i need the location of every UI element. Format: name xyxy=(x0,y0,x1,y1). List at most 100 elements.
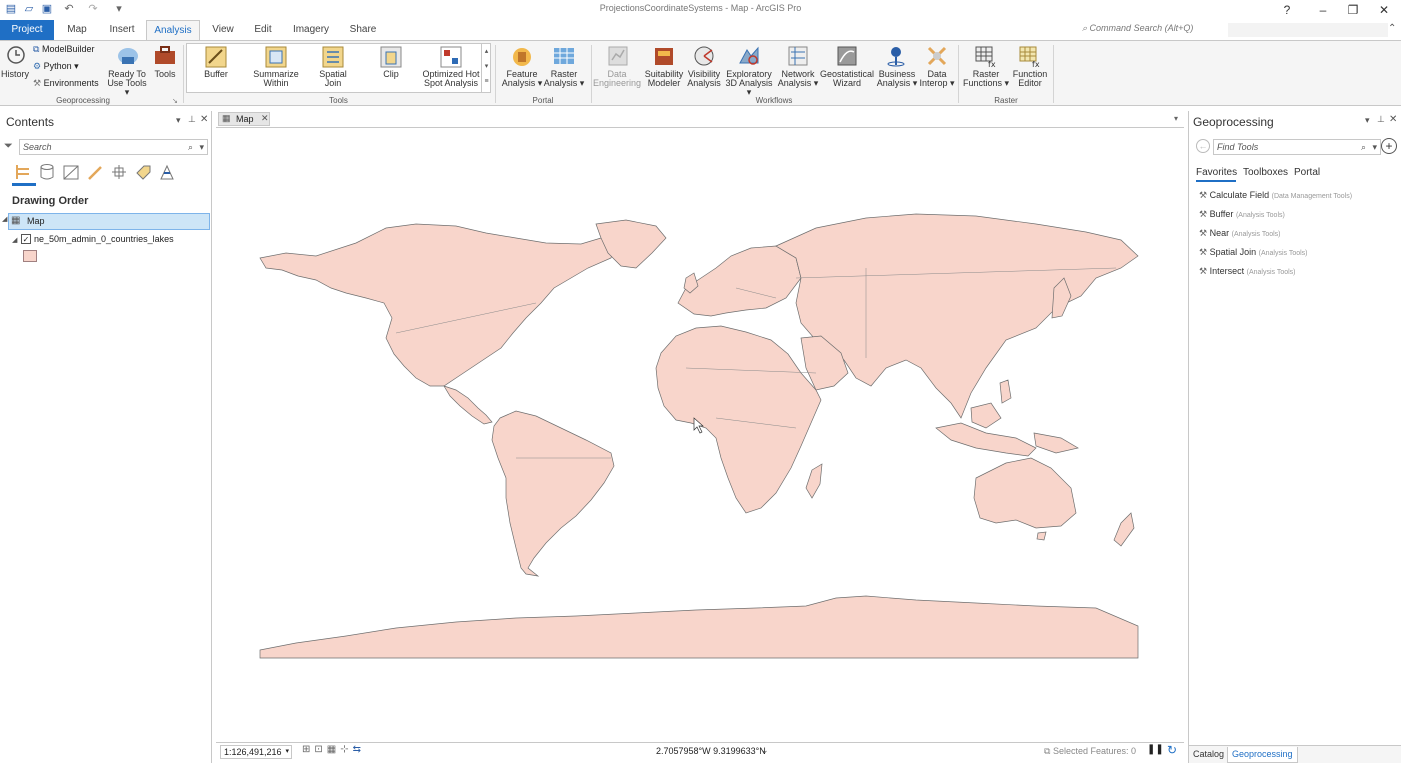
optimized-hot-spot-tool[interactable]: Optimized HotSpot Analysis xyxy=(421,44,481,92)
favorite-tool[interactable]: ⚒ Intersect (Analysis Tools) xyxy=(1199,266,1296,277)
layer-visibility-checkbox[interactable]: ✓ xyxy=(21,234,31,244)
history-button[interactable]: History xyxy=(0,70,30,79)
favorite-tool[interactable]: ⚒ Near (Analysis Tools) xyxy=(1199,228,1281,239)
layer-name[interactable]: ne_50m_admin_0_countries_lakes xyxy=(34,234,174,244)
list-by-labeling-icon[interactable] xyxy=(134,163,152,181)
tab-imagery[interactable]: Imagery xyxy=(286,20,336,40)
function-editor-icon: fx xyxy=(1018,44,1042,68)
list-by-selection-icon[interactable] xyxy=(62,163,80,181)
pin-icon[interactable]: ⊥ xyxy=(188,114,196,125)
subtab-portal[interactable]: Portal xyxy=(1294,167,1320,178)
contents-search-input[interactable]: Search⌕▾ xyxy=(19,139,208,155)
map-tree-item[interactable]: ▦ Map xyxy=(8,213,210,230)
tab-view[interactable]: View xyxy=(204,20,242,40)
gallery-expand-icon[interactable]: ≡ xyxy=(482,74,491,89)
back-icon[interactable]: ← xyxy=(1196,139,1210,153)
list-by-perspective-icon[interactable] xyxy=(158,163,176,181)
dialog-launcher-icon[interactable]: ↘ xyxy=(172,97,178,105)
ribbon-collapse-icon[interactable]: ⌃ xyxy=(1388,23,1396,34)
function-editor-button[interactable]: FunctionEditor xyxy=(1008,70,1052,88)
scale-dropdown-icon[interactable]: ▾ xyxy=(285,746,289,758)
spatial-join-tool[interactable]: SpatialJoin xyxy=(309,44,357,92)
feature-analysis-button[interactable]: FeatureAnalysis ▾ xyxy=(499,70,545,88)
favorite-tool[interactable]: ⚒ Buffer (Analysis Tools) xyxy=(1199,209,1285,220)
view-dropdown-icon[interactable]: ▾ xyxy=(1174,114,1178,123)
list-by-snapping-icon[interactable] xyxy=(110,163,128,181)
tab-map[interactable]: Map xyxy=(58,20,96,40)
full-extent-icon[interactable]: ⊡ xyxy=(314,744,326,755)
tools-button[interactable]: Tools xyxy=(150,70,180,79)
bottom-tab-geoprocessing[interactable]: Geoprocessing xyxy=(1227,747,1298,763)
network-analysis-button[interactable]: NetworkAnalysis ▾ xyxy=(776,70,820,88)
group-label-workflows: Workflows xyxy=(592,96,956,105)
gallery-down-icon[interactable]: ▾ xyxy=(482,59,491,74)
raster-analysis-button[interactable]: RasterAnalysis ▾ xyxy=(541,70,587,88)
collapse-map-icon[interactable]: ◢ xyxy=(2,215,7,223)
add-tool-icon[interactable]: + xyxy=(1381,138,1397,154)
gallery-scroll[interactable]: ▴▾≡ xyxy=(481,44,491,92)
restore-button[interactable]: ❐ xyxy=(1336,0,1370,20)
environments-button[interactable]: ⚒ Environments xyxy=(33,78,99,89)
map-canvas[interactable] xyxy=(216,127,1184,743)
grid-icon[interactable]: ▦ xyxy=(327,744,340,755)
tab-analysis[interactable]: Analysis xyxy=(146,20,200,41)
geostatistical-wizard-button[interactable]: GeostatisticalWizard xyxy=(818,70,876,88)
tab-insert[interactable]: Insert xyxy=(102,20,142,40)
command-search[interactable]: ⌕ Command Search (Alt+Q) xyxy=(1082,23,1230,38)
list-by-editing-icon[interactable] xyxy=(86,163,104,181)
list-by-source-icon[interactable] xyxy=(38,163,56,181)
subtab-favorites[interactable]: Favorites xyxy=(1196,167,1237,178)
favorite-tool[interactable]: ⚒ Calculate Field (Data Management Tools… xyxy=(1199,190,1352,201)
search-dropdown-icon[interactable]: ▾ xyxy=(199,140,204,154)
map-frame-icon: ▦ xyxy=(11,215,20,226)
map-tab-close-icon[interactable]: ✕ xyxy=(261,113,269,124)
pane-close-icon[interactable]: ✕ xyxy=(200,114,208,125)
collapse-layer-icon[interactable]: ◢ xyxy=(12,236,17,244)
pane-close-icon[interactable]: ✕ xyxy=(1389,114,1397,125)
list-by-drawing-order-icon[interactable] xyxy=(14,163,32,181)
visibility-analysis-button[interactable]: VisibilityAnalysis xyxy=(684,70,724,88)
layer-symbol-swatch[interactable] xyxy=(23,250,37,262)
raster-functions-button[interactable]: RasterFunctions ▾ xyxy=(961,70,1011,88)
business-analysis-button[interactable]: BusinessAnalysis ▾ xyxy=(874,70,920,88)
map-scale-combo[interactable]: 1:126,491,216▾ xyxy=(220,745,292,759)
map-tab-label: Map xyxy=(236,114,254,124)
hot-spot-l2: Spot Analysis xyxy=(421,79,481,88)
zoom-in-icon[interactable]: ⊹ xyxy=(340,744,352,755)
refresh-icon[interactable]: ↻ xyxy=(1167,743,1177,757)
tab-share[interactable]: Share xyxy=(342,20,384,40)
summarize-l2: Within xyxy=(247,79,305,88)
coordinate-format-dropdown-icon[interactable]: ⌄ xyxy=(761,745,769,756)
pane-options-icon[interactable]: ▾ xyxy=(1365,115,1370,126)
suitability-modeler-button[interactable]: SuitabilityModeler xyxy=(642,70,686,88)
subtab-toolboxes[interactable]: Toolboxes xyxy=(1243,167,1288,178)
pause-drawing-icon[interactable]: ❚❚ xyxy=(1147,744,1164,755)
sm-l2: Modeler xyxy=(642,79,686,88)
close-button[interactable]: ✕ xyxy=(1367,0,1401,20)
modelbuilder-button[interactable]: ⧉ ModelBuilder xyxy=(33,44,94,55)
help-button[interactable]: ? xyxy=(1270,0,1304,20)
pin-icon[interactable]: ⊥ xyxy=(1377,114,1385,125)
buffer-tool[interactable]: Buffer xyxy=(189,44,243,92)
exploratory-3d-button[interactable]: Exploratory3D Analysis ▾ xyxy=(722,70,776,97)
ready-to-use-tools-button[interactable]: Ready ToUse Tools ▾ xyxy=(104,70,150,97)
map-view-tab[interactable]: ▦ Map ✕ xyxy=(218,112,270,126)
data-interop-button[interactable]: DataInterop ▾ xyxy=(915,70,959,88)
favorite-tool[interactable]: ⚒ Spatial Join (Analysis Tools) xyxy=(1199,247,1308,258)
data-engineering-button[interactable]: DataEngineering xyxy=(592,70,642,88)
filter-icon[interactable]: ⏷ xyxy=(4,140,13,153)
gallery-up-icon[interactable]: ▴ xyxy=(482,44,491,59)
favorite-tool-name: Near xyxy=(1210,228,1230,238)
tab-project[interactable]: Project xyxy=(0,20,54,40)
bottom-tab-catalog[interactable]: Catalog xyxy=(1193,749,1224,759)
fixed-zoom-icon[interactable]: ⊞ xyxy=(302,744,314,755)
search-dropdown-icon[interactable]: ▾ xyxy=(1372,140,1377,154)
find-tools-input[interactable]: Find Tools⌕▾ xyxy=(1213,139,1381,155)
pane-options-icon[interactable]: ▾ xyxy=(176,115,181,126)
tab-edit[interactable]: Edit xyxy=(246,20,280,40)
clip-tool[interactable]: Clip xyxy=(367,44,415,92)
summarize-within-tool[interactable]: SummarizeWithin xyxy=(247,44,305,92)
minimize-button[interactable]: – xyxy=(1306,0,1340,20)
python-button[interactable]: ⚙ Python ▾ xyxy=(33,61,79,72)
rotation-icon[interactable]: ⇆ xyxy=(353,744,365,755)
